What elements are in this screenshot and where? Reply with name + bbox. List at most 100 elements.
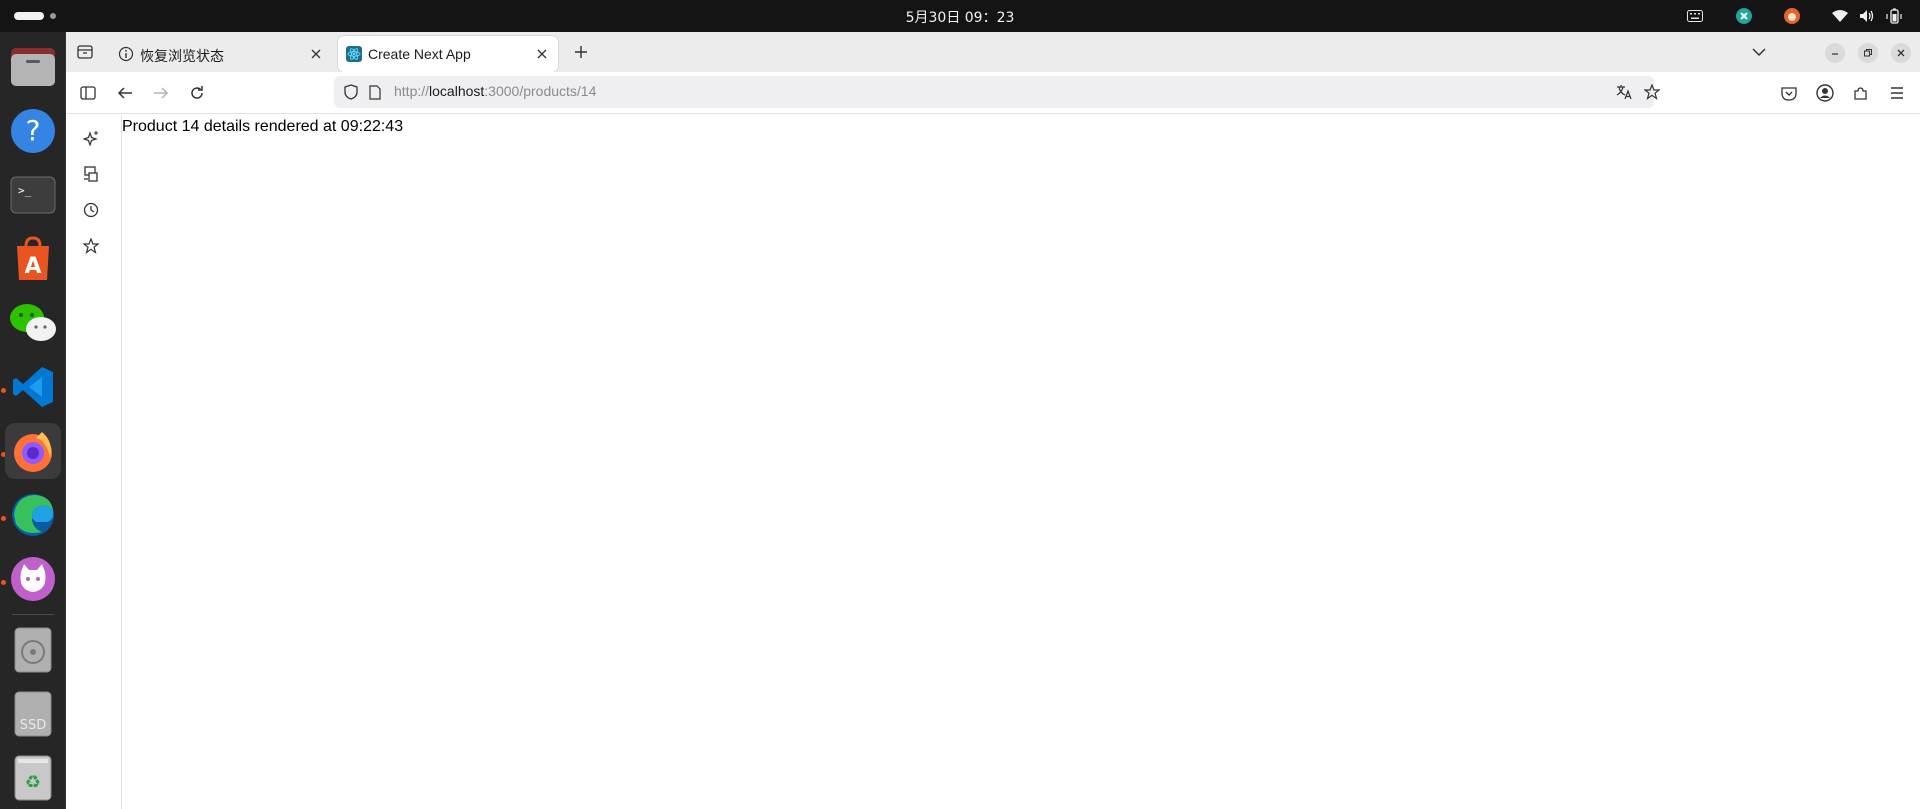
app-center-icon: A [17, 236, 49, 280]
arrow-left-icon [117, 87, 132, 99]
arrow-right-icon [154, 87, 169, 99]
app-menu-button[interactable] [1886, 82, 1908, 104]
tab-title: 恢复浏览状态 [140, 48, 224, 64]
ai-chatbot-button[interactable] [80, 127, 102, 149]
browser-window: 恢复浏览状态 Create Next App http://localhost:… [66, 32, 1920, 809]
history-button[interactable] [80, 199, 102, 221]
tracking-protection-icon[interactable] [340, 81, 362, 103]
puzzle-icon [1854, 87, 1867, 100]
ssd-drive-icon: SSD [14, 691, 52, 737]
document-icon [369, 84, 381, 100]
system-top-bar: 5月30日 09：23 [0, 0, 1920, 32]
trash-icon: ♻ [14, 755, 52, 801]
close-tab-icon[interactable] [534, 46, 550, 62]
firefox-icon [14, 432, 52, 472]
url-path: :3000/products/14 [484, 83, 597, 99]
dock-firefox[interactable] [5, 423, 61, 479]
svg-text:>_: >_ [18, 184, 32, 197]
dock-ssd[interactable]: SSD [5, 686, 61, 742]
svg-text:A: A [24, 254, 41, 279]
tab-restore-session[interactable]: 恢复浏览状态 [110, 36, 332, 72]
sparkle-icon [83, 131, 98, 146]
dock-wechat[interactable] [5, 295, 61, 351]
terminal-icon: >_ [10, 176, 56, 214]
close-tab-icon[interactable] [308, 46, 324, 62]
info-icon [118, 46, 134, 62]
vscode-icon [13, 367, 53, 407]
bookmarks-button[interactable] [80, 235, 102, 257]
wifi-icon[interactable] [1829, 7, 1851, 25]
account-icon [1816, 84, 1834, 102]
folder-icon [11, 48, 55, 86]
minimize-icon [1832, 53, 1838, 55]
clock-icon [83, 202, 99, 218]
battery-icon[interactable] [1883, 7, 1905, 25]
cat-app-icon [11, 557, 55, 601]
restore-icon [1864, 49, 1872, 57]
sidebar [66, 115, 122, 809]
synced-tabs-button[interactable] [80, 163, 102, 185]
dock-terminal[interactable]: >_ [5, 167, 61, 223]
back-button[interactable] [114, 82, 136, 104]
svg-text:?: ? [26, 114, 41, 147]
page-content: Product 14 details rendered at 09:22:43 [122, 115, 1920, 809]
clash-icon[interactable] [1733, 7, 1755, 25]
product-details-text: Product 14 details rendered at 09:22:43 [122, 118, 404, 135]
dock-edge[interactable] [5, 487, 61, 543]
url-text[interactable]: http://localhost:3000/products/14 [394, 83, 596, 99]
sidebar-icon [80, 86, 96, 100]
svg-text:♻: ♻ [25, 772, 41, 793]
dock-vscode[interactable] [5, 359, 61, 415]
hamburger-menu-icon [1891, 87, 1903, 99]
clock[interactable]: 5月30日 09：23 [0, 7, 1920, 27]
dock-files[interactable] [5, 39, 61, 95]
edge-icon [12, 494, 54, 536]
reload-button[interactable] [186, 82, 208, 104]
minimize-button[interactable] [1825, 43, 1845, 63]
volume-icon[interactable] [1856, 7, 1878, 25]
dock-cat-app[interactable] [5, 551, 61, 607]
dock-separator [12, 614, 54, 615]
pocket-button[interactable] [1778, 82, 1800, 104]
wechat-icon [10, 304, 56, 341]
translate-icon [1616, 85, 1632, 100]
cat-app-icon[interactable] [1781, 7, 1803, 25]
synced-tabs-icon [84, 166, 98, 182]
chevron-down-icon [1752, 48, 1766, 57]
star-icon [1644, 84, 1660, 100]
dock-disc[interactable] [5, 622, 61, 678]
restore-button[interactable] [1858, 43, 1878, 63]
account-button[interactable] [1814, 82, 1836, 104]
page-info-icon[interactable] [364, 81, 386, 103]
dock-help[interactable]: ? [5, 103, 61, 159]
url-host: localhost [429, 83, 485, 99]
close-icon [1897, 49, 1905, 57]
navigation-toolbar: http://localhost:3000/products/14 [66, 72, 1920, 114]
reload-icon [191, 86, 203, 99]
new-tab-button[interactable] [570, 41, 592, 63]
disc-icon [14, 627, 52, 673]
shield-icon [344, 84, 358, 100]
dock-trash[interactable]: ♻ [5, 750, 61, 806]
star-icon [83, 238, 99, 254]
tab-bar: 恢复浏览状态 Create Next App [66, 32, 1920, 72]
help-icon: ? [11, 109, 55, 153]
tab-title: Create Next App [368, 46, 471, 62]
dock-app-center[interactable]: A [5, 231, 61, 287]
forward-button[interactable] [150, 82, 172, 104]
translate-button[interactable] [1613, 81, 1635, 103]
extensions-button[interactable] [1850, 82, 1872, 104]
url-bar[interactable]: http://localhost:3000/products/14 [334, 76, 1660, 108]
plus-icon [575, 46, 587, 58]
url-prefix: http:// [394, 83, 430, 99]
react-icon [346, 46, 362, 62]
sidebar-toggle-button[interactable] [77, 82, 99, 104]
keyboard-icon[interactable] [1684, 7, 1706, 25]
pocket-icon [1781, 86, 1797, 101]
bookmark-star-button[interactable] [1641, 81, 1663, 103]
tab-create-next-app[interactable]: Create Next App [338, 36, 558, 72]
list-all-tabs-button[interactable] [1748, 41, 1770, 63]
close-window-button[interactable] [1891, 43, 1911, 63]
firefox-view-icon[interactable] [74, 41, 96, 63]
dock: ? >_ A SSD ♻ [0, 32, 66, 809]
